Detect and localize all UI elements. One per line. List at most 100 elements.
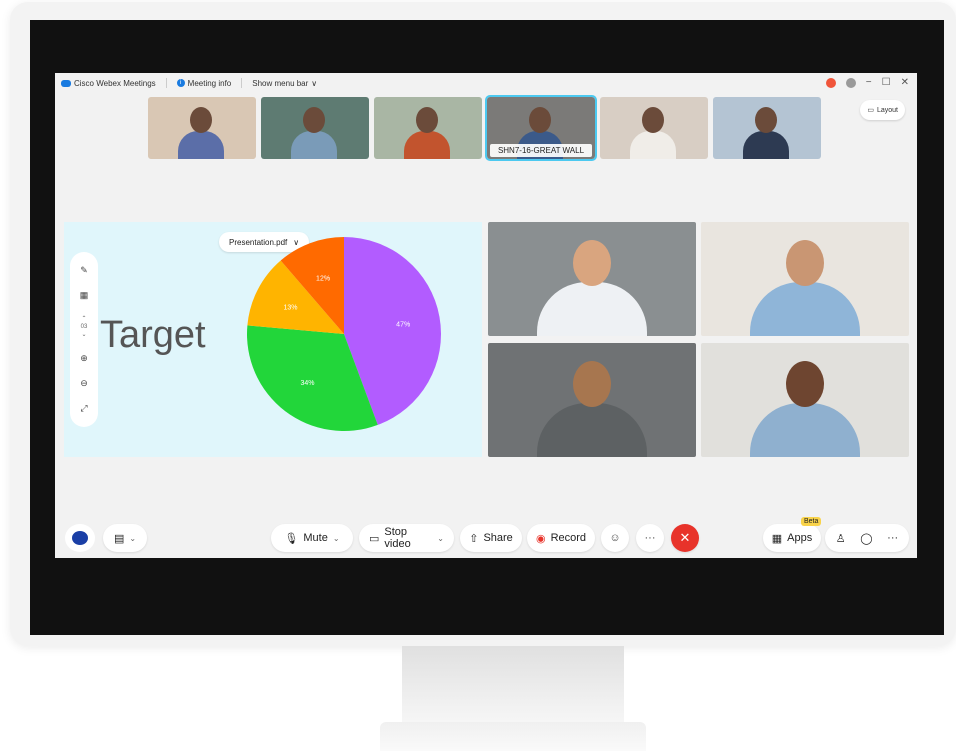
zoom-out-icon[interactable]: ⊖ [80,378,88,389]
record-label: Record [550,532,587,544]
app-name: Cisco Webex Meetings [74,78,156,88]
pie-slice-label: 13% [283,305,297,312]
security-icon[interactable] [845,77,856,88]
pie-slice-label: 34% [300,380,314,387]
panel-buttons: ♙ ◯ ··· [825,524,909,552]
meeting-controls: ▤ ⌄ 🎙 Mute ⌄ ▭ Stop video ⌄ ⇧ Share ◉ Re… [55,517,917,555]
grid-view-icon[interactable]: ▦ [80,290,89,301]
participant-video-tile[interactable] [701,343,909,457]
pie-chart: 47% 34% 13% 12% [246,237,441,431]
stage: Cisco Webex Meetings i Meeting info Show… [0,0,956,751]
reactions-button[interactable]: ☺ [601,524,629,552]
page-number: 03 [80,324,88,330]
close-button[interactable]: ✕ [901,77,909,88]
participant-body [743,131,789,159]
apps-grid-icon: ▦ [771,532,783,545]
participant-body [291,131,337,159]
participant-thumbnail[interactable] [148,97,256,159]
stop-video-label: Stop video [384,526,411,550]
assistant-avatar[interactable] [65,524,95,552]
participant-thumbnail[interactable] [713,97,821,159]
camera-icon: ▭ [369,532,380,545]
share-icon: ⇧ [469,532,479,545]
title-bar: Cisco Webex Meetings i Meeting info Show… [55,73,917,93]
participant-thumbnail[interactable]: SHN7-16-GREAT WALL [485,95,597,161]
participant-head [573,361,611,407]
participant-head [755,107,777,133]
record-icon: ◉ [535,532,546,545]
more-icon: ··· [644,532,656,544]
chevron-down-icon: ⌄ [437,533,444,543]
monitor-stand [402,646,624,726]
show-menu-label: Show menu bar [252,78,309,88]
divider [165,78,167,88]
participant-head [642,107,664,133]
participant-head [190,107,212,133]
stop-video-button[interactable]: ▭ Stop video ⌄ [359,524,454,552]
chevron-down-icon: ⌄ [129,533,137,543]
participant-body [750,282,860,336]
annotate-pen-icon[interactable]: ✎ [80,265,88,276]
chevron-down-icon: ⌄ [332,533,340,543]
participant-video-tile[interactable] [488,222,696,336]
more-panels-icon[interactable]: ··· [887,532,898,544]
slide-heading: Target [100,314,206,356]
participant-body [404,131,450,159]
assistant-bot-icon [72,531,88,545]
participant-body [630,131,676,159]
share-label: Share [483,532,513,544]
show-menu-bar-button[interactable]: Show menu bar ∨ [252,79,317,88]
participant-body [537,282,647,336]
participant-head [303,107,325,133]
participant-head [786,240,824,286]
monitor-base [380,722,646,751]
apps-label: Apps [787,532,813,544]
chevron-up-icon[interactable]: ⌃ [81,315,86,323]
participant-video-tile[interactable] [488,343,696,457]
minimize-button[interactable]: − [866,77,872,88]
maximize-button[interactable]: ☐ [882,77,891,88]
meeting-info-label: Meeting info [187,78,232,88]
window-controls: − ☐ ✕ [825,77,909,88]
participant-head [573,240,611,286]
participants-icon[interactable]: ♙ [836,532,846,545]
participant-thumbnail[interactable] [374,97,482,159]
apps-button[interactable]: ▦ Apps [763,524,821,552]
participant-strip: SHN7-16-GREAT WALL [148,95,821,161]
recording-indicator-icon[interactable] [825,77,836,88]
participant-head [416,107,438,133]
participant-name-label: SHN7-16-GREAT WALL [490,144,592,157]
layout-icon: ▭ [867,107,874,114]
chevron-down-icon: ∨ [311,78,318,88]
participant-thumbnail[interactable] [600,97,708,159]
record-button[interactable]: ◉ Record [527,524,595,552]
mute-label: Mute [303,532,328,544]
participant-thumbnail[interactable] [261,97,369,159]
layout-label: Layout [876,106,898,114]
webex-window: Cisco Webex Meetings i Meeting info Show… [55,73,917,558]
end-meeting-button[interactable]: ✕ [671,524,699,552]
divider [241,78,243,88]
end-call-icon: ✕ [679,530,691,545]
fullscreen-icon[interactable]: ⤢ [80,403,87,414]
participant-video-tile[interactable] [701,222,909,336]
layout-button[interactable]: ▭ Layout [860,100,905,120]
microphone-icon: 🎙 [284,532,299,545]
webex-logo-icon [61,79,71,87]
pie-slice-label: 47% [396,321,410,328]
captions-button[interactable]: ▤ ⌄ [103,524,147,552]
share-button[interactable]: ⇧ Share [460,524,522,552]
zoom-in-icon[interactable]: ⊕ [80,353,88,364]
shared-presentation: Presentation.pdf ∨ ✎ ▦ ⌃ 03 ⌄ ⊕ ⊖ ⤢ Targ… [64,222,482,457]
chat-icon[interactable]: ◯ [860,532,872,545]
chevron-down-icon[interactable]: ⌄ [81,331,86,339]
participant-body [750,403,860,457]
participant-body [178,131,224,159]
more-options-button[interactable]: ··· [636,524,664,552]
meeting-info-button[interactable]: i Meeting info [176,78,232,88]
mute-button[interactable]: 🎙 Mute ⌄ [271,524,353,552]
participant-head [529,107,551,133]
beta-badge: Beta [801,517,822,526]
info-icon: i [176,79,185,87]
page-navigator: ⌃ 03 ⌄ [81,315,88,339]
